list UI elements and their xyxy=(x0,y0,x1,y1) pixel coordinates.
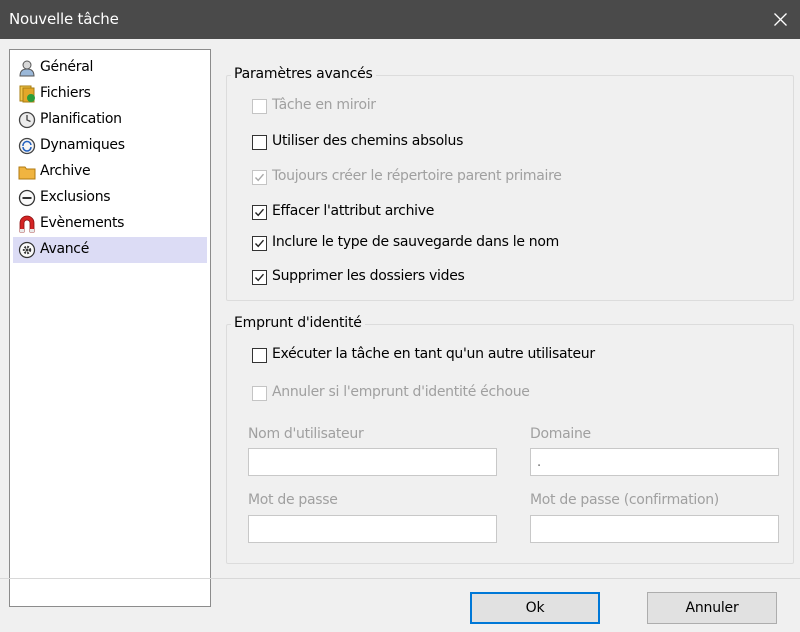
nav-item-general[interactable]: Général xyxy=(13,55,207,81)
password-confirm-field[interactable] xyxy=(530,515,779,543)
nav-label: Planification xyxy=(40,111,122,127)
checkbox-box xyxy=(252,135,267,150)
checkbox-box xyxy=(252,99,267,114)
close-icon xyxy=(774,13,787,26)
gear-icon xyxy=(18,241,36,259)
check-icon xyxy=(254,273,265,282)
ok-button[interactable]: Ok xyxy=(470,592,600,624)
nav-label: Fichiers xyxy=(40,85,91,101)
cancel-button[interactable]: Annuler xyxy=(647,592,777,624)
password-confirm-label: Mot de passe (confirmation) xyxy=(530,492,719,508)
username-field[interactable] xyxy=(248,448,497,476)
checkbox-label: Annuler si l'emprunt d'identité échoue xyxy=(272,384,530,400)
nav-label: Archive xyxy=(40,163,91,179)
checkbox-box xyxy=(252,270,267,285)
checkbox-box xyxy=(252,236,267,251)
checkbox-label: Inclure le type de sauvegarde dans le no… xyxy=(272,234,559,250)
nav-label: Evènements xyxy=(40,215,125,231)
nav-item-advanced[interactable]: Avancé xyxy=(13,237,207,263)
checkbox-label: Supprimer les dossiers vides xyxy=(272,268,465,284)
domain-field[interactable] xyxy=(530,448,779,476)
checkbox-box xyxy=(252,205,267,220)
nav-label: Avancé xyxy=(40,241,90,257)
domain-label: Domaine xyxy=(530,426,591,442)
checkbox-label: Toujours créer le répertoire parent prim… xyxy=(272,168,562,184)
magnet-icon xyxy=(19,215,35,233)
close-button[interactable] xyxy=(760,0,800,39)
category-list: Général Fichiers Planification Dynamique… xyxy=(9,49,211,607)
title-bar: Nouvelle tâche xyxy=(0,0,800,39)
password-field[interactable] xyxy=(248,515,497,543)
check-icon xyxy=(254,239,265,248)
archive-icon xyxy=(18,166,36,180)
exclusions-icon xyxy=(18,189,36,207)
nav-item-exclusions[interactable]: Exclusions xyxy=(13,185,207,211)
check-icon xyxy=(254,173,265,182)
nav-label: Général xyxy=(40,59,94,75)
nav-item-planning[interactable]: Planification xyxy=(13,107,207,133)
username-label: Nom d'utilisateur xyxy=(248,426,364,442)
checkbox-label: Effacer l'attribut archive xyxy=(272,203,435,219)
nav-label: Exclusions xyxy=(40,189,111,205)
impersonation-title: Emprunt d'identité xyxy=(231,315,365,331)
checkbox-box xyxy=(252,170,267,185)
dynamics-icon xyxy=(18,137,36,155)
password-label: Mot de passe xyxy=(248,492,338,508)
checkbox-label: Exécuter la tâche en tant qu'un autre ut… xyxy=(272,346,595,362)
user-icon xyxy=(19,60,35,77)
advanced-settings-title: Paramètres avancés xyxy=(231,66,376,82)
check-icon xyxy=(254,208,265,217)
files-icon xyxy=(19,85,35,103)
nav-item-events[interactable]: Evènements xyxy=(13,211,207,237)
footer-divider xyxy=(0,578,800,579)
checkbox-box xyxy=(252,386,267,401)
checkbox-label: Tâche en miroir xyxy=(272,97,376,113)
checkbox-box xyxy=(252,348,267,363)
nav-item-archive[interactable]: Archive xyxy=(13,159,207,185)
nav-item-files[interactable]: Fichiers xyxy=(13,81,207,107)
nav-item-dynamics[interactable]: Dynamiques xyxy=(13,133,207,159)
checkbox-label: Utiliser des chemins absolus xyxy=(272,133,464,149)
window-title: Nouvelle tâche xyxy=(9,10,119,28)
nav-label: Dynamiques xyxy=(40,137,125,153)
clock-icon xyxy=(18,111,36,129)
